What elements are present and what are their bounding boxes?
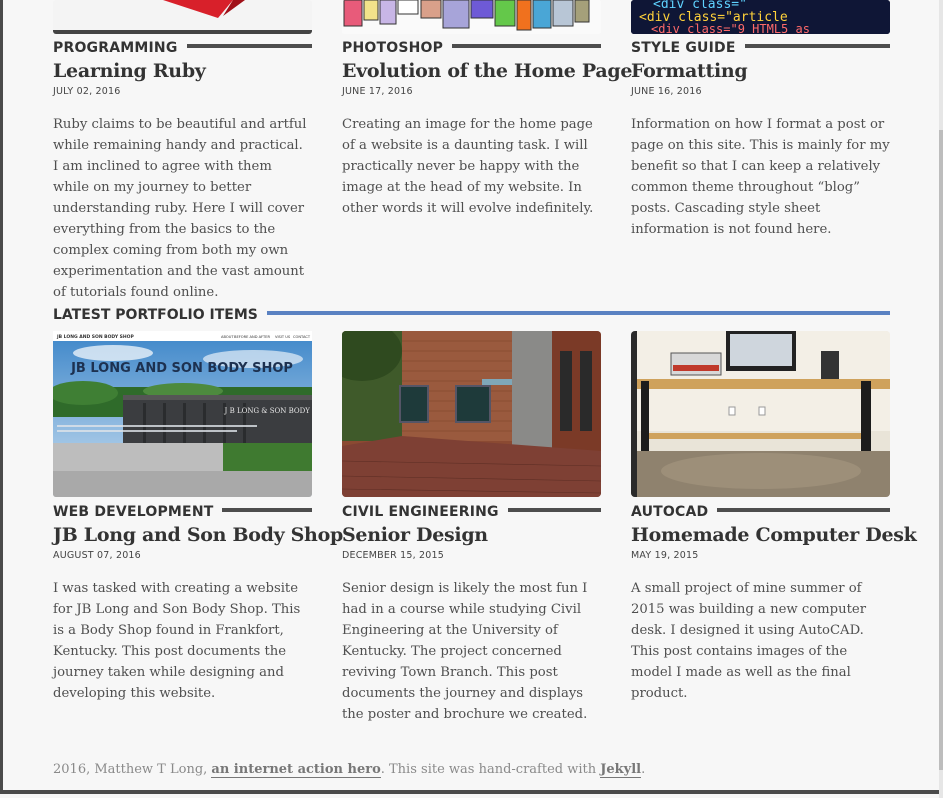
post-card-body: STYLE GUIDE Formatting JUNE 16, 2016 Inf…: [631, 39, 890, 240]
portfolio-card-body: WEB DEVELOPMENT JB Long and Son Body Sho…: [53, 503, 343, 704]
portfolio-card[interactable]: [342, 331, 601, 497]
post-date: JULY 02, 2016: [53, 86, 121, 97]
portfolio-title[interactable]: JB Long and Son Body Shop: [53, 523, 343, 547]
category-rule: [717, 508, 890, 512]
brick-building-image: [342, 331, 601, 497]
post-thumbnail[interactable]: <div class=" <div class="article <div cl…: [631, 0, 890, 34]
thumb-brand: JB LONG AND SON BODY SHOP: [56, 334, 135, 340]
category-rule: [452, 44, 601, 48]
post-card[interactable]: [342, 0, 601, 34]
post-card[interactable]: [53, 0, 312, 34]
code-screenshot-image: <div class=" <div class="article <div cl…: [631, 0, 890, 34]
portfolio-category[interactable]: AUTOCAD: [631, 504, 708, 520]
category-rule: [507, 508, 601, 512]
portfolio-card[interactable]: [631, 331, 890, 497]
portfolio-category[interactable]: CIVIL ENGINEERING: [342, 504, 499, 520]
portfolio-thumbnail[interactable]: [342, 331, 601, 497]
section-rule: [266, 311, 890, 315]
body-shop-website-image: JB LONG AND SON BODY SHOP ABOUT BEFORE A…: [53, 331, 312, 497]
thumb-nav-item: VISIT US: [275, 335, 291, 339]
thumb-nav-item: BEFORE AND AFTER: [234, 335, 271, 339]
portfolio-title[interactable]: Homemade Computer Desk: [631, 523, 917, 547]
section-title: LATEST PORTFOLIO ITEMS: [53, 307, 258, 323]
portfolio-card[interactable]: JB LONG AND SON BODY SHOP ABOUT BEFORE A…: [53, 331, 312, 497]
action-hero-link[interactable]: an internet action hero: [211, 762, 381, 778]
category-rule: [186, 44, 312, 48]
post-date: JUNE 16, 2016: [631, 86, 702, 97]
post-excerpt: Information on how I format a post or pa…: [631, 117, 890, 237]
post-title[interactable]: Formatting: [631, 59, 890, 83]
category-rule: [222, 508, 312, 512]
scrollbar-thumb[interactable]: [939, 130, 943, 770]
post-category[interactable]: PHOTOSHOP: [342, 40, 443, 56]
portfolio-category[interactable]: WEB DEVELOPMENT: [53, 504, 213, 520]
post-category[interactable]: STYLE GUIDE: [631, 40, 736, 56]
thumb-sign: J B LONG & SON BODY SHOP: [224, 407, 312, 415]
post-excerpt: Ruby claims to be beautiful and artful w…: [53, 117, 307, 300]
category-rule: [744, 44, 890, 48]
post-title[interactable]: Evolution of the Home Page: [342, 59, 632, 83]
ruby-gem-image: [53, 0, 312, 34]
portfolio-date: DECEMBER 15, 2015: [342, 550, 444, 561]
footer: 2016, Matthew T Long, an internet action…: [53, 762, 646, 778]
post-card-body: PHOTOSHOP Evolution of the Home Page JUN…: [342, 39, 632, 219]
portfolio-thumbnail[interactable]: JB LONG AND SON BODY SHOP ABOUT BEFORE A…: [53, 331, 312, 497]
post-thumbnail[interactable]: [53, 0, 312, 34]
post-date: JUNE 17, 2016: [342, 86, 413, 97]
thumb-nav-item: CONTACT: [293, 335, 311, 339]
footer-text: . This site was hand-crafted with: [380, 762, 601, 777]
portfolio-title[interactable]: Senior Design: [342, 523, 601, 547]
portfolio-date: AUGUST 07, 2016: [53, 550, 141, 561]
post-thumbnail[interactable]: [342, 0, 601, 34]
thumb-nav-item: ABOUT: [221, 335, 234, 339]
portfolio-excerpt: Senior design is likely the most fun I h…: [342, 581, 588, 722]
post-title[interactable]: Learning Ruby: [53, 59, 312, 83]
portfolio-thumbnail[interactable]: [631, 331, 890, 497]
portfolio-date: MAY 19, 2015: [631, 550, 699, 561]
computer-desk-image: [631, 331, 890, 497]
code-line: <div class="9 HTML5 as: [651, 22, 810, 34]
portfolio-section-header: LATEST PORTFOLIO ITEMS: [53, 307, 890, 323]
post-category[interactable]: PROGRAMMING: [53, 40, 178, 56]
footer-text: 2016, Matthew T Long,: [53, 762, 212, 777]
post-card[interactable]: <div class=" <div class="article <div cl…: [631, 0, 890, 34]
post-card-body: PROGRAMMING Learning Ruby JULY 02, 2016 …: [53, 39, 312, 303]
post-excerpt: Creating an image for the home page of a…: [342, 117, 594, 216]
portfolio-card-body: CIVIL ENGINEERING Senior Design DECEMBER…: [342, 503, 601, 725]
color-bars-image: [342, 0, 601, 34]
jekyll-link[interactable]: Jekyll: [600, 762, 642, 778]
portfolio-excerpt: I was tasked with creating a website for…: [53, 581, 301, 701]
portfolio-excerpt: A small project of mine summer of 2015 w…: [631, 581, 867, 701]
portfolio-card-body: AUTOCAD Homemade Computer Desk MAY 19, 2…: [631, 503, 917, 704]
thumb-headline: JB LONG AND SON BODY SHOP: [70, 361, 293, 376]
footer-text: .: [641, 762, 646, 777]
